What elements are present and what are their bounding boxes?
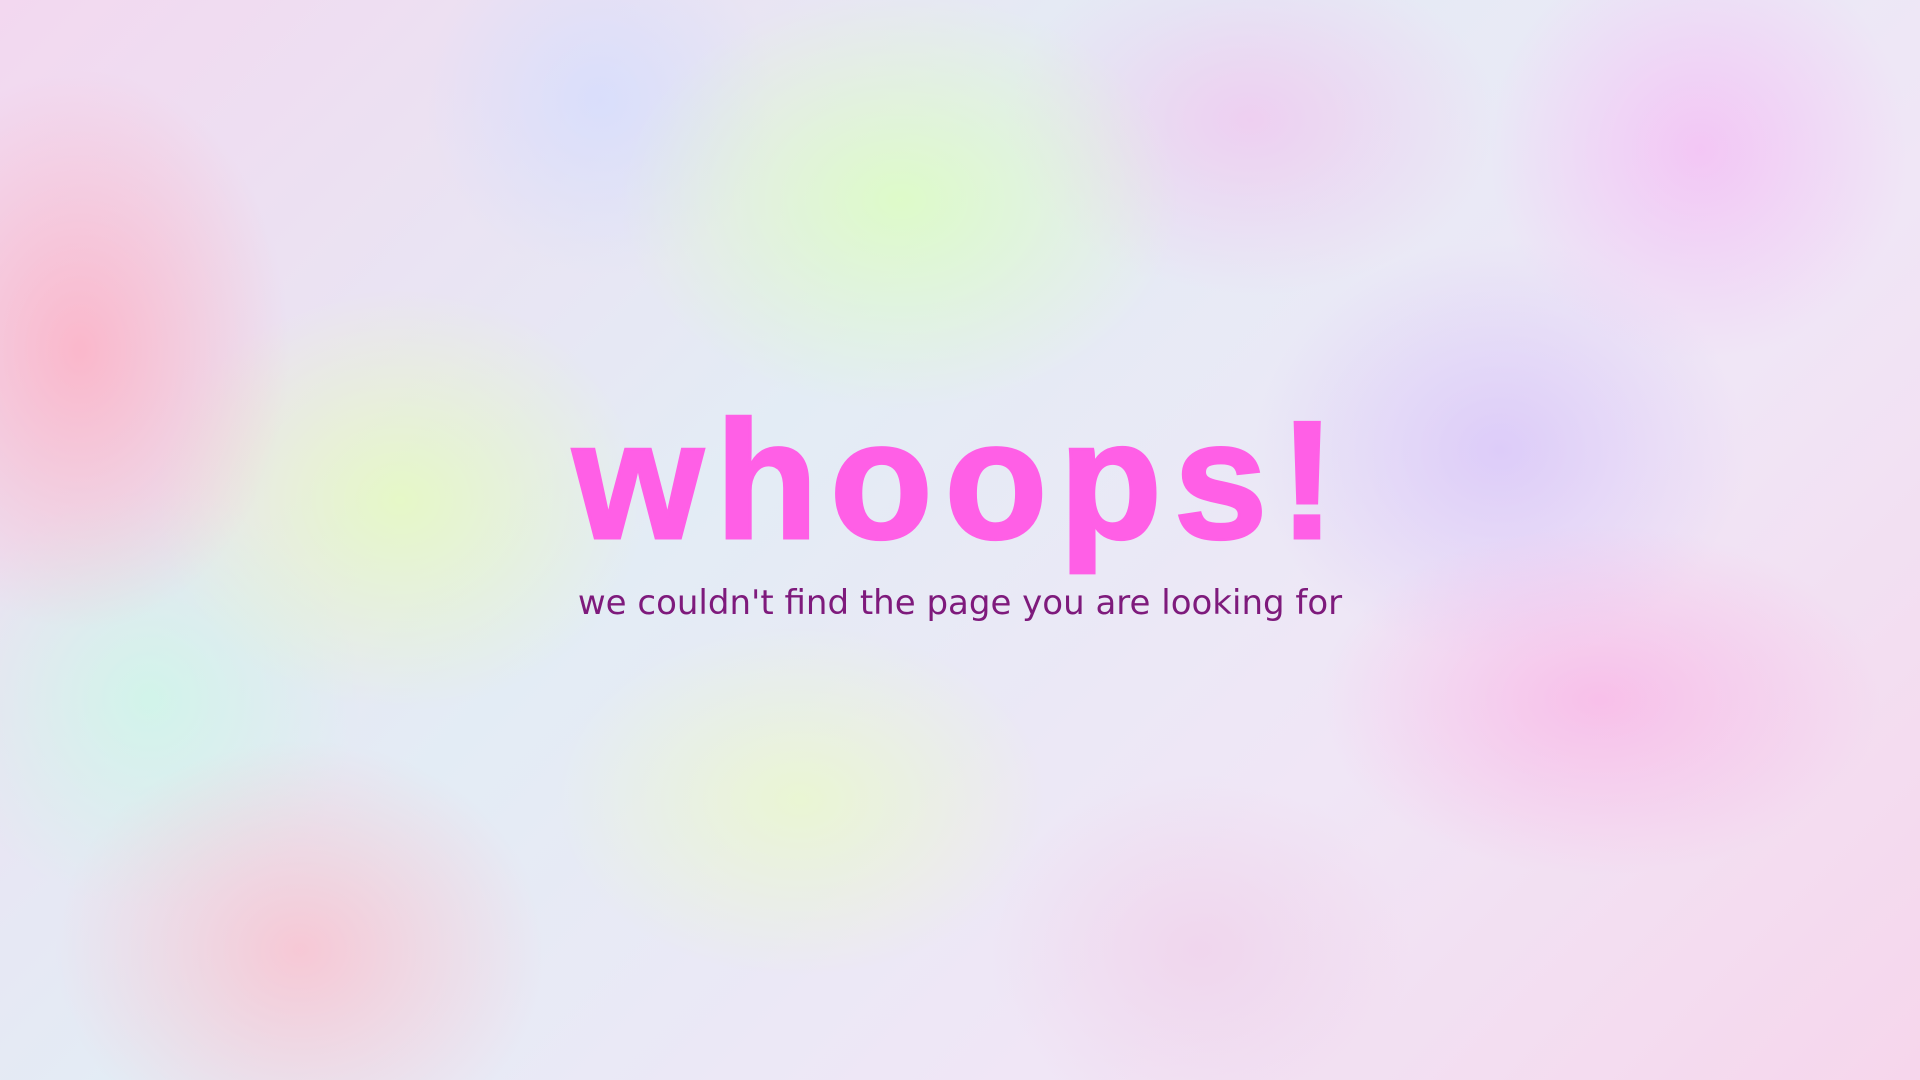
error-title: whoops! — [571, 385, 1348, 576]
error-page: whoops! we couldn't find the page you ar… — [0, 0, 1920, 1080]
error-message: we couldn't find the page you are lookin… — [577, 583, 1343, 623]
